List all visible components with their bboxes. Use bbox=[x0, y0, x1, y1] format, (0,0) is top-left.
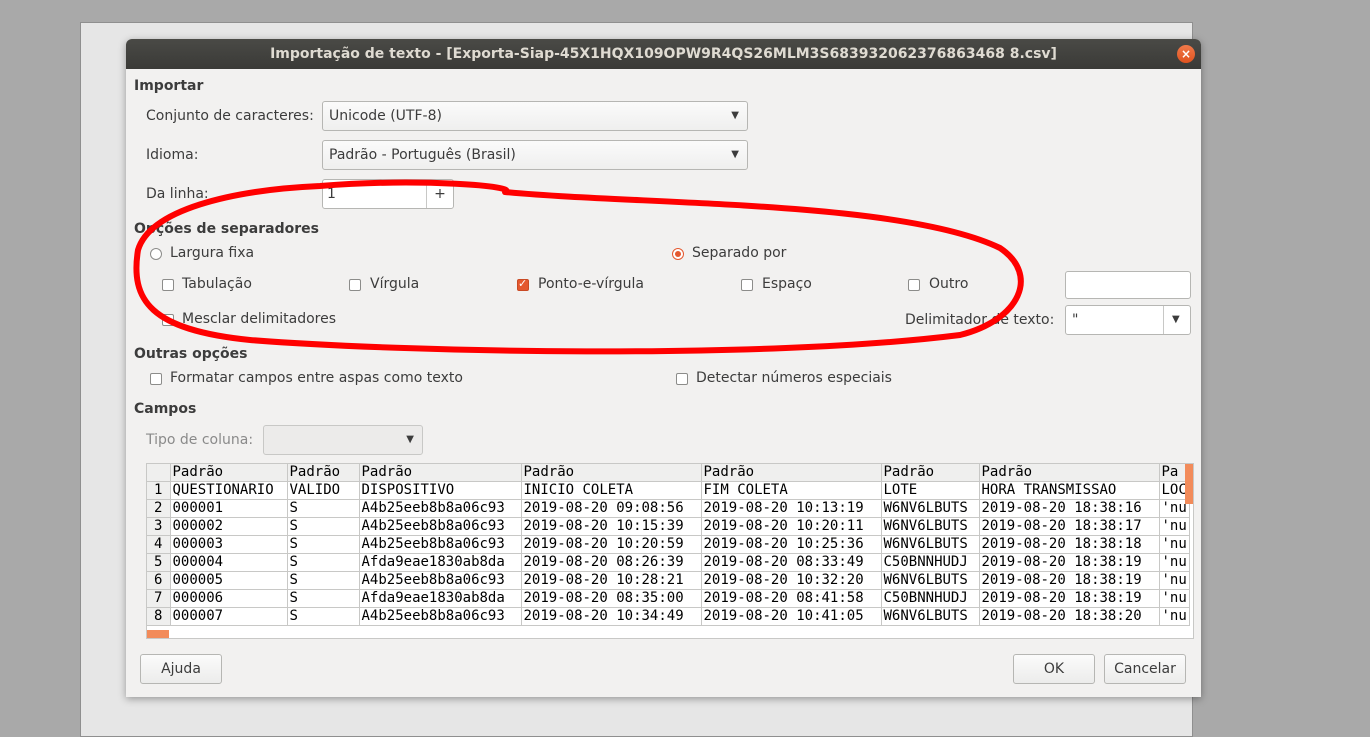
red-annotation-circle bbox=[133, 179, 1024, 355]
